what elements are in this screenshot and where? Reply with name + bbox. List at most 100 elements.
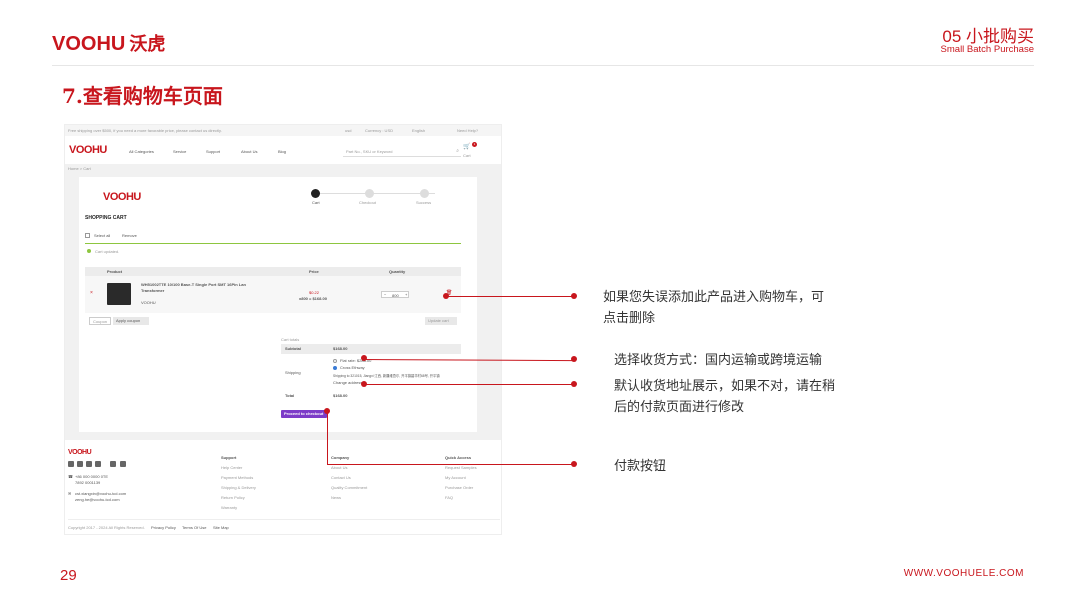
footer-link[interactable]: Request Samples (445, 465, 477, 470)
shipping-label: Shipping (285, 370, 301, 375)
pinterest-icon[interactable] (120, 461, 126, 467)
footer-link[interactable]: Purchase Order (445, 485, 473, 490)
remove-selected-link[interactable]: Remove (122, 233, 137, 238)
terms-link[interactable]: Terms Of Use (182, 525, 206, 530)
linkedin-icon[interactable] (86, 461, 92, 467)
screenshot-footer: VOOHU ☎ +86 000 0000 0TE 7892 0001139 ✉ … (65, 441, 501, 534)
step-2-dot (365, 189, 374, 198)
price-calculation: x800 = $168.00 (299, 296, 327, 301)
quantity-stepper[interactable]: − 800 + (381, 291, 409, 298)
annotation-delete: 如果您失误添加此产品进入购物车，可 点击删除 (603, 286, 824, 328)
annotation-address: 默认收货地址展示，如果不对，请在稍 后的付款页面进行修改 (614, 375, 835, 417)
notice-text: Cart updated. (95, 249, 120, 254)
privacy-link[interactable]: Privacy Policy (151, 525, 176, 530)
copyright: Copyright 2017 - 2024 All Rights Reserve… (68, 525, 145, 530)
qty-minus-button[interactable]: − (384, 292, 386, 297)
update-cart-button[interactable]: Update cart (425, 317, 457, 325)
header-divider (52, 65, 1034, 66)
cart-title: SHOPPING CART (85, 215, 127, 221)
annotation-address-line2: 后的付款页面进行修改 (614, 399, 745, 414)
search-icon[interactable]: ⌕ (456, 148, 459, 154)
facebook-icon[interactable] (68, 461, 74, 467)
proceed-to-checkout-button[interactable]: Proceed to checkout (281, 410, 327, 418)
breadcrumb[interactable]: Home > Cart (68, 166, 91, 171)
phone-1: +86 000 0000 0TE (75, 474, 109, 479)
footer-link[interactable]: Return Policy (221, 495, 245, 500)
nav-item-categories[interactable]: All Categories (129, 149, 154, 154)
slide-title: 7.查看购物车页面 (62, 84, 223, 108)
step-2-label: Checkout (359, 200, 376, 205)
footer-link[interactable]: Help Center (221, 465, 242, 470)
footer-link[interactable]: Shipping & Delivery (221, 485, 256, 490)
annotation-dot-delete-start (443, 293, 449, 299)
annotation-dot-delete (571, 293, 577, 299)
cart-label[interactable]: Cart (463, 153, 471, 158)
step-3-label: Success (416, 200, 432, 205)
site-logo[interactable]: VOOHU (69, 144, 107, 156)
annotation-dot-checkout (571, 461, 577, 467)
footer-link[interactable]: FAQ (445, 495, 453, 500)
shipping-option-2[interactable]: Cross Ethway (340, 365, 365, 370)
product-image[interactable] (107, 283, 131, 305)
email-1[interactable]: cst.xiangxin@voohu-tcd.com (75, 491, 126, 496)
cart-count-badge: 1 (472, 142, 477, 147)
currency-select[interactable]: Currency : USD (365, 128, 393, 133)
nav-item-support[interactable]: Support (206, 149, 220, 154)
brand-logo: VOOHU 沃虎 (52, 33, 166, 55)
cart-icon[interactable]: 🛒 (463, 144, 470, 151)
change-address-link[interactable]: Change address (333, 380, 362, 385)
mail-icon: ✉ (68, 491, 72, 496)
website-url[interactable]: WWW.VOOHUELE.COM (904, 568, 1024, 579)
cart-page-screenshot: Free shipping over $500, if you need a m… (64, 124, 502, 535)
footer-link[interactable]: About Us (331, 465, 347, 470)
subtotal-row: Subtotal $168.00 (281, 344, 461, 354)
product-name-line1[interactable]: WH51002TTE 10/100 Base-T Single Port SMT… (141, 282, 246, 287)
product-name-line2[interactable]: Transformer (141, 288, 164, 293)
step-3-dot (420, 189, 429, 198)
footer-link[interactable]: Contact Us (331, 475, 351, 480)
qty-plus-button[interactable]: + (405, 292, 407, 297)
select-all-label[interactable]: Select all (94, 233, 110, 238)
nav-item-about[interactable]: About Us (241, 149, 257, 154)
nav-item-blog[interactable]: Blog (278, 149, 286, 154)
nav-item-service[interactable]: Service (173, 149, 186, 154)
annotation-dot-checkout-start (324, 408, 330, 414)
annotation-address-line1: 默认收货地址展示，如果不对，请在稍 (614, 378, 836, 393)
total-value: $168.00 (333, 393, 348, 398)
search-input[interactable]: Part No., SKU or Keyword ⌕ (343, 145, 461, 157)
update-cart-label: Update cart (428, 318, 449, 323)
annotation-line-checkout (327, 464, 574, 465)
sitemap-link[interactable]: Site Map (213, 525, 229, 530)
footer-link[interactable]: News (331, 495, 341, 500)
promo-text: Free shipping over $500, if you need a m… (68, 128, 222, 133)
remove-item-icon[interactable]: × (90, 290, 93, 296)
annotation-checkout: 付款按钮 (614, 458, 667, 473)
annotation-delete-line2: 点击删除 (603, 310, 656, 325)
annotation-line-address (364, 384, 574, 385)
step-1-label: Cart (312, 200, 320, 205)
instagram-icon[interactable] (110, 461, 116, 467)
shipping-option-1-radio[interactable] (333, 359, 337, 363)
step-1-dot (311, 189, 320, 198)
coupon-input[interactable]: Coupon (89, 317, 111, 325)
apply-coupon-button[interactable]: Apply coupon (113, 317, 149, 325)
footer-link[interactable]: My Account (445, 475, 466, 480)
footer-link[interactable]: Warranty (221, 505, 237, 510)
footer-link[interactable]: Quality Commitment (331, 485, 367, 490)
email-2[interactable]: zeng.he@voohu-tcd.com (75, 497, 120, 502)
select-all-checkbox[interactable] (85, 233, 90, 238)
twitter-icon[interactable] (77, 461, 83, 467)
annotation-dot-address (571, 381, 577, 387)
youtube-icon[interactable] (95, 461, 101, 467)
coupon-placeholder: Coupon (93, 319, 108, 324)
footer-link[interactable]: Payment Methods (221, 475, 253, 480)
cart-table-header: Product Price Quantity (85, 267, 461, 276)
annotation-dot-address-start (361, 381, 367, 387)
shipping-option-2-radio[interactable] (333, 366, 337, 370)
help-link[interactable]: Need Help? (457, 128, 478, 133)
section-subtitle: Small Batch Purchase (940, 44, 1034, 55)
screenshot-navbar: VOOHU All Categories Service Support Abo… (65, 139, 501, 161)
language-select[interactable]: English (412, 128, 425, 133)
qty-value[interactable]: 800 (392, 293, 399, 298)
unit-price: $0.22 (309, 290, 320, 295)
